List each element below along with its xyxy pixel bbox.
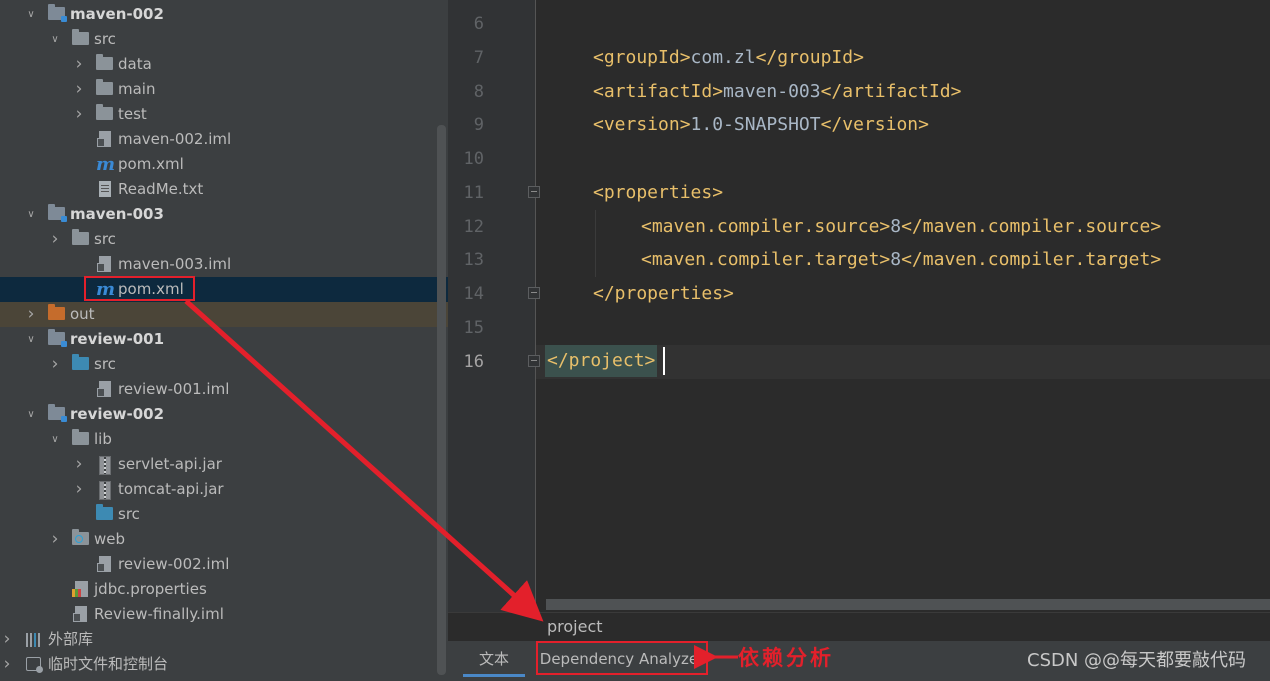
bold-arrow-to-dependency-tab xyxy=(184,299,544,622)
annotation-arrows xyxy=(184,299,738,669)
